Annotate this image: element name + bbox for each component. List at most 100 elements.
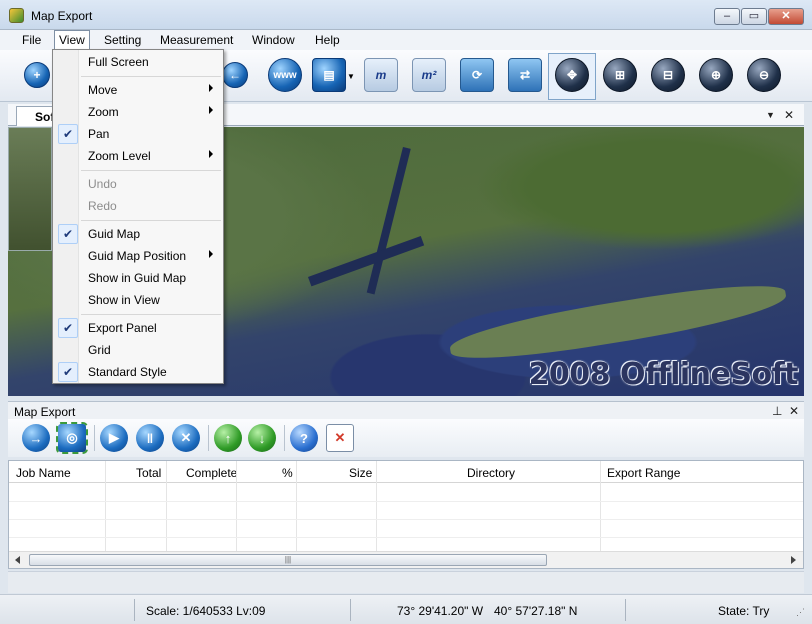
panel-footer	[8, 571, 804, 593]
menu-item-label: Undo	[88, 177, 117, 191]
column-total[interactable]: Total	[136, 466, 161, 480]
column-job-name[interactable]: Job Name	[16, 466, 71, 480]
submenu-arrow-icon	[209, 150, 213, 158]
longitude-readout: 73° 29'41.20" W	[397, 604, 484, 618]
pause-export-icon[interactable]: ‖	[136, 424, 164, 452]
column-directory[interactable]: Directory	[467, 466, 515, 480]
menu-item-zoom-level[interactable]: Zoom Level	[55, 145, 221, 167]
menu-item-export-panel[interactable]: ✔ Export Panel	[55, 317, 221, 339]
maximize-button[interactable]: ▭	[741, 8, 767, 25]
column-percent[interactable]: %	[282, 466, 293, 480]
status-separator	[134, 599, 135, 621]
tab-list-icon[interactable]: ▼	[766, 110, 775, 120]
menu-view[interactable]: View	[54, 30, 90, 50]
menu-item-label: Redo	[88, 199, 117, 213]
close-button[interactable]: ✕	[768, 8, 804, 25]
export-panel-header: Map Export ⊥ ✕	[8, 401, 804, 419]
menu-item-guid-map-position[interactable]: Guid Map Position	[55, 245, 221, 267]
zoom-in-icon[interactable]: ⊕	[699, 58, 733, 92]
measure-distance-icon[interactable]: m	[364, 58, 398, 92]
job-table[interactable]: Job Name Total Complete % Size Directory…	[8, 460, 804, 569]
menu-item-label: Pan	[88, 127, 110, 141]
menu-item-full-screen[interactable]: Full Screen	[55, 51, 221, 73]
menu-item-standard-style[interactable]: ✔ Standard Style	[55, 361, 221, 383]
www-icon[interactable]: www	[268, 58, 302, 92]
menu-window[interactable]: Window	[248, 33, 299, 47]
menu-measurement[interactable]: Measurement	[156, 33, 237, 47]
zoom-in-box-icon[interactable]: ⊞	[603, 58, 637, 92]
help-icon[interactable]: ?	[290, 424, 318, 452]
delete-job-icon[interactable]: ✕	[172, 424, 200, 452]
status-separator	[625, 599, 626, 621]
export-document-icon[interactable]: ▤	[312, 58, 346, 92]
move-down-icon[interactable]: ↓	[248, 424, 276, 452]
river-shape	[308, 235, 425, 287]
menu-item-show-in-guid-map[interactable]: Show in Guid Map	[55, 267, 221, 289]
menu-item-label: Guid Map	[88, 227, 141, 241]
column-complete[interactable]: Complete	[186, 466, 237, 480]
menu-item-move[interactable]: Move	[55, 79, 221, 101]
export-panel-title: Map Export	[14, 405, 76, 419]
state-readout: State: Try	[718, 604, 770, 618]
menu-item-undo: Undo	[55, 173, 221, 195]
back-globe-icon[interactable]: ←	[222, 62, 248, 88]
menu-separator	[81, 76, 221, 77]
menu-item-zoom[interactable]: Zoom	[55, 101, 221, 123]
guide-map[interactable]	[8, 127, 52, 251]
chevron-down-icon[interactable]: ▼	[347, 72, 355, 81]
scroll-left-icon[interactable]	[15, 556, 20, 564]
menu-item-guid-map[interactable]: ✔ Guid Map	[55, 223, 221, 245]
add-job-icon[interactable]: →	[22, 424, 50, 452]
resize-grip-icon[interactable]: ⋰	[796, 607, 805, 618]
menu-help[interactable]: Help	[311, 33, 344, 47]
measure-area-icon[interactable]: m²	[412, 58, 446, 92]
close-tab-icon[interactable]: ✕	[784, 108, 794, 122]
menu-item-label: Standard Style	[88, 365, 167, 379]
column-export-range[interactable]: Export Range	[607, 466, 680, 480]
zoom-out-box-icon[interactable]: ⊟	[651, 58, 685, 92]
horizontal-scrollbar[interactable]: |||	[9, 551, 803, 568]
close-panel-icon[interactable]: ✕	[789, 404, 799, 418]
row-divider	[9, 501, 803, 502]
submenu-arrow-icon	[209, 106, 213, 114]
title-bar: Map Export – ▭ ✕	[0, 0, 812, 30]
scale-readout: Scale: 1/640533 Lv:09	[146, 604, 266, 618]
submenu-arrow-icon	[209, 84, 213, 92]
move-up-icon[interactable]: ↑	[214, 424, 242, 452]
select-region-icon[interactable]: ◎	[56, 422, 88, 454]
new-job-icon[interactable]: +	[24, 62, 50, 88]
menu-item-label: Show in Guid Map	[88, 271, 187, 285]
scrollbar-thumb[interactable]: |||	[29, 554, 547, 566]
menu-item-grid[interactable]: Grid	[55, 339, 221, 361]
scroll-right-icon[interactable]	[791, 556, 796, 564]
map-sync-icon[interactable]: ⇄	[508, 58, 542, 92]
app-icon	[9, 8, 24, 23]
menu-bar: File View Setting Measurement Window Hel…	[0, 30, 812, 50]
status-bar: Scale: 1/640533 Lv:09 73° 29'41.20" W 40…	[0, 594, 812, 624]
start-export-icon[interactable]: ▶	[100, 424, 128, 452]
map-refresh-icon[interactable]: ⟳	[460, 58, 494, 92]
checkmark-icon: ✔	[58, 362, 78, 382]
row-divider	[9, 519, 803, 520]
zoom-out-icon[interactable]: ⊖	[747, 58, 781, 92]
menu-file[interactable]: File	[18, 33, 45, 47]
menu-item-pan[interactable]: ✔ Pan	[55, 123, 221, 145]
minimize-button[interactable]: –	[714, 8, 740, 25]
menu-setting[interactable]: Setting	[100, 33, 145, 47]
submenu-arrow-icon	[209, 250, 213, 258]
column-size[interactable]: Size	[349, 466, 372, 480]
long-island-shape	[446, 275, 790, 369]
menu-separator	[81, 314, 221, 315]
menu-item-label: Zoom Level	[88, 149, 151, 163]
menu-item-label: Move	[88, 83, 118, 97]
toolbar-separator	[284, 425, 285, 451]
pin-icon[interactable]: ⊥	[772, 404, 782, 418]
checkmark-icon: ✔	[58, 318, 78, 338]
latitude-readout: 40° 57'27.18" N	[494, 604, 578, 618]
pan-icon[interactable]: ✥	[555, 58, 589, 92]
menu-item-redo: Redo	[55, 195, 221, 217]
menu-item-label: Zoom	[88, 105, 119, 119]
menu-item-show-in-view[interactable]: Show in View	[55, 289, 221, 311]
close-job-list-icon[interactable]: ✕	[326, 424, 354, 452]
view-menu: Full Screen Move Zoom ✔ Pan Zoom Level U…	[52, 49, 224, 384]
